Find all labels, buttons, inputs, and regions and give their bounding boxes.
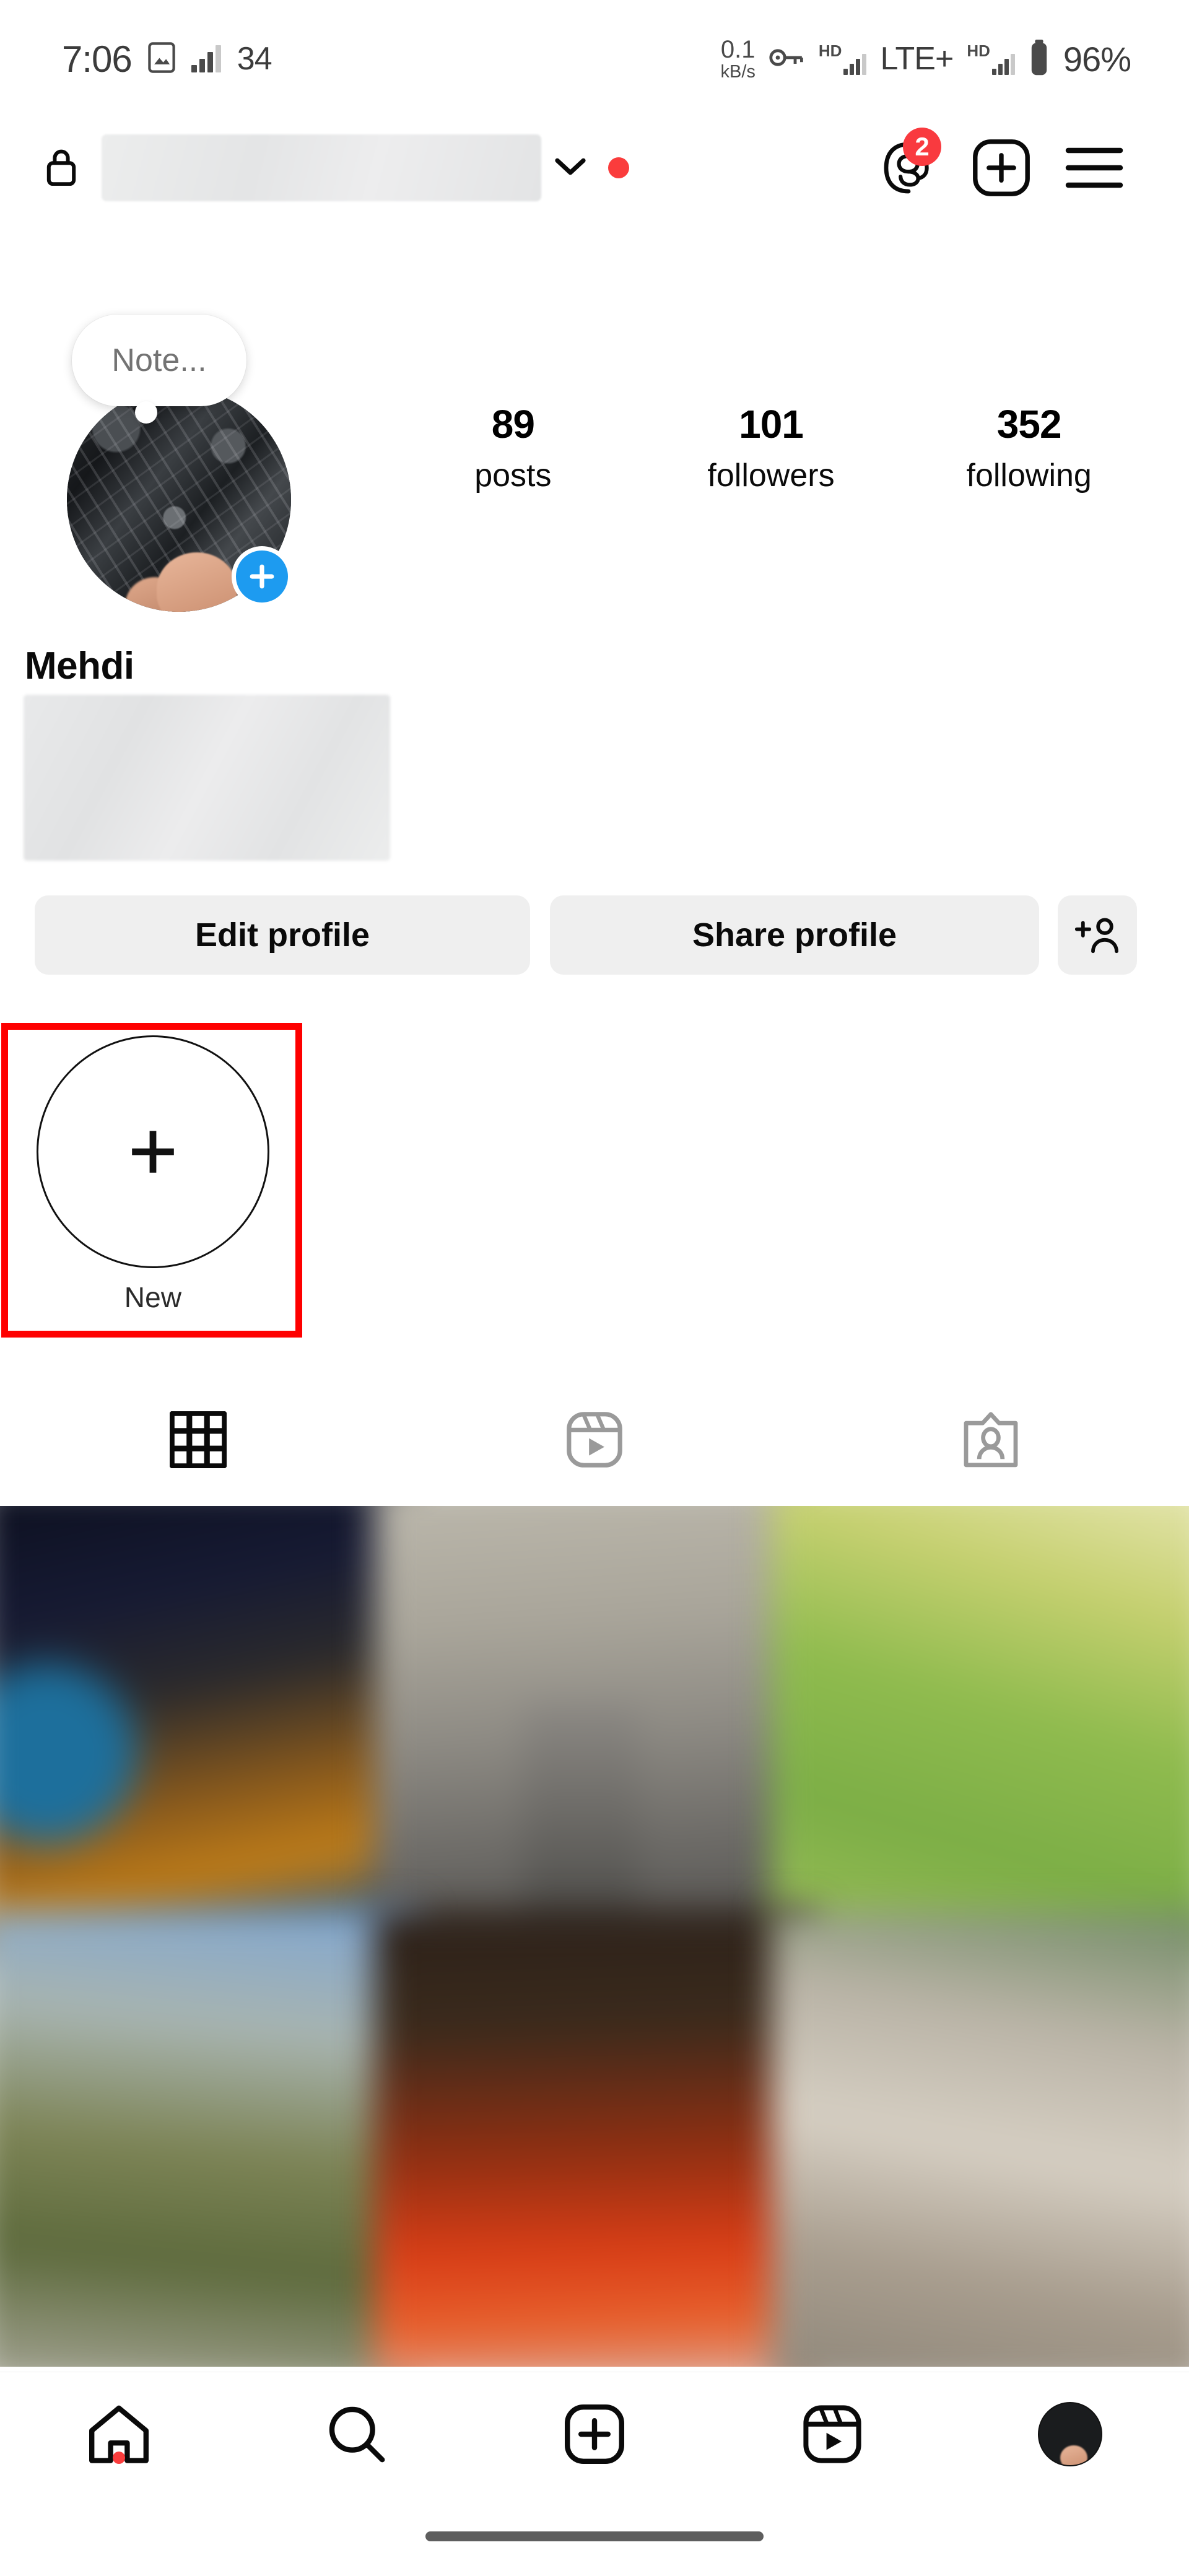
share-profile-button[interactable]: Share profile xyxy=(550,895,1039,975)
chevron-down-icon[interactable] xyxy=(555,157,586,179)
data-speed-unit: kB/s xyxy=(720,61,756,82)
account-activity-dot xyxy=(608,157,629,178)
username-redacted[interactable] xyxy=(102,134,541,201)
tab-reels[interactable] xyxy=(396,1381,793,1499)
stat-label: following xyxy=(966,457,1092,494)
home-indicator[interactable] xyxy=(425,2531,764,2541)
create-button[interactable] xyxy=(955,121,1048,214)
stat-number: 352 xyxy=(996,402,1062,446)
highlight-new[interactable]: New xyxy=(32,1035,274,1314)
tab-grid[interactable] xyxy=(0,1381,396,1499)
stat-followers[interactable]: 101 followers xyxy=(642,401,900,494)
grid-post[interactable] xyxy=(373,1910,816,2367)
edit-profile-button[interactable]: Edit profile xyxy=(35,895,530,975)
hd-label: HD xyxy=(818,41,842,60)
status-bar: 7:06 34 0.1 kB/s HD LTE+ HD 96% xyxy=(0,0,1189,118)
key-icon xyxy=(769,46,805,72)
search-icon xyxy=(329,2406,385,2462)
lock-icon xyxy=(45,147,78,189)
grid-post[interactable] xyxy=(0,1910,418,2367)
plus-square-icon xyxy=(564,2404,624,2464)
grid-icon xyxy=(170,1411,227,1468)
new-highlight-label: New xyxy=(124,1281,182,1313)
bottom-navigation xyxy=(0,2372,1189,2496)
profile-stats: 89 posts 101 followers 352 following xyxy=(384,401,1158,544)
threads-button[interactable]: 2 xyxy=(862,121,955,214)
signal-bars-icon xyxy=(991,54,1015,75)
nav-home[interactable] xyxy=(0,2372,238,2496)
signal-bars-icon xyxy=(191,45,221,72)
header-actions: 2 xyxy=(862,121,1141,214)
reels-icon xyxy=(567,1412,622,1468)
bio-redacted xyxy=(24,695,390,861)
battery-icon xyxy=(1029,39,1050,79)
grid-post[interactable] xyxy=(771,1506,1189,1959)
status-bar-left: 7:06 34 xyxy=(62,38,272,80)
status-time: 7:06 xyxy=(62,38,133,80)
display-name: Mehdi xyxy=(25,645,134,687)
note-bubble[interactable]: Note... xyxy=(72,315,246,406)
data-speed-indicator: 0.1 kB/s xyxy=(721,37,756,81)
nav-reels[interactable] xyxy=(713,2372,951,2496)
menu-button[interactable] xyxy=(1048,121,1141,214)
data-speed-value: 0.1 xyxy=(720,35,756,63)
add-story-button[interactable] xyxy=(232,546,292,607)
reels-icon xyxy=(803,2404,861,2463)
stat-posts[interactable]: 89 posts xyxy=(384,401,642,494)
add-person-button[interactable] xyxy=(1058,895,1137,975)
image-icon xyxy=(148,41,175,76)
network-indicator-2: HD xyxy=(967,43,1015,75)
stat-label: posts xyxy=(474,457,552,494)
photo-grid xyxy=(0,1506,1189,2367)
nav-profile[interactable] xyxy=(951,2372,1189,2496)
new-highlight-circle[interactable] xyxy=(37,1035,269,1268)
nav-create[interactable] xyxy=(476,2372,713,2496)
app-header: 2 xyxy=(0,121,1189,214)
hd-label: HD xyxy=(967,41,990,60)
note-text: Note... xyxy=(111,342,207,378)
note-bubble-tail xyxy=(135,401,157,424)
status-temperature: 34 xyxy=(237,41,272,77)
stat-number: 89 xyxy=(491,402,535,446)
plus-icon xyxy=(132,1131,174,1173)
account-switcher[interactable] xyxy=(45,134,629,201)
status-bar-right: 0.1 kB/s HD LTE+ HD 96% xyxy=(721,37,1132,81)
network-indicator-1: HD xyxy=(819,43,867,75)
profile-action-buttons: Edit profile Share profile xyxy=(0,892,1189,978)
stat-number: 101 xyxy=(739,402,804,446)
grid-post[interactable] xyxy=(373,1506,816,1959)
content-tabs xyxy=(0,1381,1189,1499)
add-person-icon xyxy=(1075,918,1118,954)
instagram-profile-screen: 7:06 34 0.1 kB/s HD LTE+ HD 96% 2 Note..… xyxy=(0,0,1189,2576)
threads-badge: 2 xyxy=(903,128,941,166)
avatar-icon[interactable] xyxy=(1038,2401,1102,2466)
plus-icon xyxy=(250,564,274,589)
grid-post[interactable] xyxy=(771,1910,1189,2367)
signal-bars-icon xyxy=(843,54,867,75)
tab-tagged[interactable] xyxy=(793,1381,1189,1499)
tagged-person-icon xyxy=(964,1412,1018,1468)
grid-post[interactable] xyxy=(0,1506,418,1959)
stat-label: followers xyxy=(707,457,835,494)
battery-percent: 96% xyxy=(1063,39,1131,79)
profile-avatar-wrap[interactable] xyxy=(67,388,292,612)
nav-search[interactable] xyxy=(238,2372,476,2496)
home-notification-dot xyxy=(113,2451,125,2464)
stat-following[interactable]: 352 following xyxy=(900,401,1158,494)
network-type: LTE+ xyxy=(880,41,954,77)
